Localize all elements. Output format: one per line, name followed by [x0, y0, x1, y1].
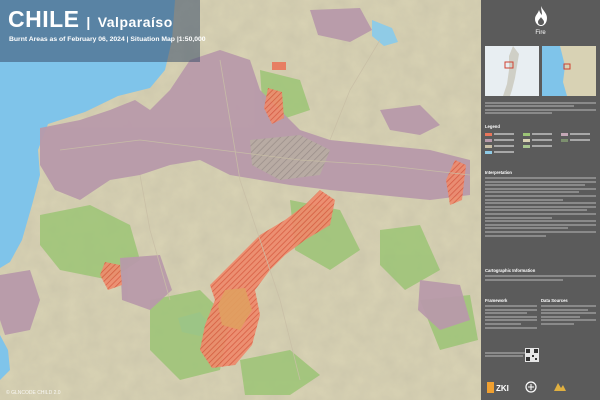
country-name: CHILE [8, 6, 80, 32]
framework-note [485, 100, 596, 116]
data-sources-title: Data Sources [541, 298, 568, 303]
map-sheet: CHILE | Valparaíso Burnt Areas as of Feb… [0, 0, 600, 400]
fire-icon [534, 6, 547, 26]
map-subtitle: Burnt Areas as of February 06, 2024 | Si… [9, 36, 206, 43]
region-name: Valparaíso [97, 14, 173, 30]
qr-code [525, 348, 539, 362]
svg-text:ZKI: ZKI [496, 384, 509, 393]
interpretation: Interpretation [485, 170, 596, 238]
title-separator: | [86, 14, 91, 30]
info-panel: Fire Legend Interpretation Cartographic … [481, 0, 600, 400]
cartographic-info: Cartographic Information [485, 268, 596, 282]
partner-logos: ZKI [485, 380, 596, 394]
locator-maps [485, 46, 596, 96]
title-block: CHILE | Valparaíso Burnt Areas as of Feb… [0, 0, 206, 62]
category-label: Fire [535, 30, 546, 36]
contact-info [485, 348, 596, 362]
map-title: CHILE | Valparaíso [8, 6, 173, 33]
framework-title: Framework [485, 298, 508, 303]
copyright-notice: © GLNCODE CHILD 2.0 [6, 390, 61, 396]
dlr-logo [525, 381, 537, 393]
cartographic-title: Cartographic Information [485, 268, 536, 273]
partner-logo [554, 383, 566, 391]
interpretation-title: Interpretation [485, 170, 512, 175]
map-view[interactable]: CHILE | Valparaíso Burnt Areas as of Feb… [0, 0, 481, 400]
legend-title: Legend [485, 124, 500, 129]
data-sources-section: Data Sources [541, 298, 596, 327]
framework-section: Framework [485, 298, 537, 330]
zki-logo: ZKI [487, 382, 509, 393]
panel-header: Fire [481, 0, 600, 42]
legend: Legend [485, 124, 596, 166]
